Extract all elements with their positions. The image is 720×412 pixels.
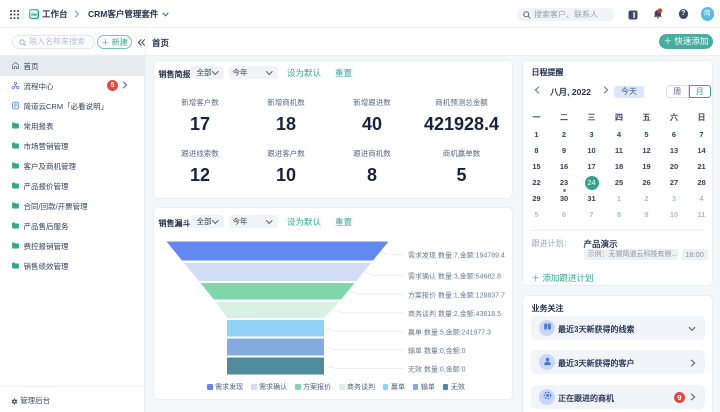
svg-text:输单 数量:0,金额:0: 输单 数量:0,金额:0 bbox=[408, 346, 466, 355]
svg-text:需求发现 数量:7,金额:194789.4: 需求发现 数量:7,金额:194789.4 bbox=[408, 251, 505, 260]
svg-text:需求确认 数量:3,金额:54682.8: 需求确认 数量:3,金额:54682.8 bbox=[408, 272, 501, 281]
svg-text:商务谈判 数量:2,金额:43618.5: 商务谈判 数量:2,金额:43618.5 bbox=[408, 309, 501, 318]
svg-text:无效 数量:0,金额:0: 无效 数量:0,金额:0 bbox=[408, 365, 466, 374]
svg-text:赢单 数量:5,金额:241977.3: 赢单 数量:5,金额:241977.3 bbox=[408, 328, 491, 337]
svg-text:方案报价 数量:1,金额:128837.7: 方案报价 数量:1,金额:128837.7 bbox=[408, 291, 505, 300]
